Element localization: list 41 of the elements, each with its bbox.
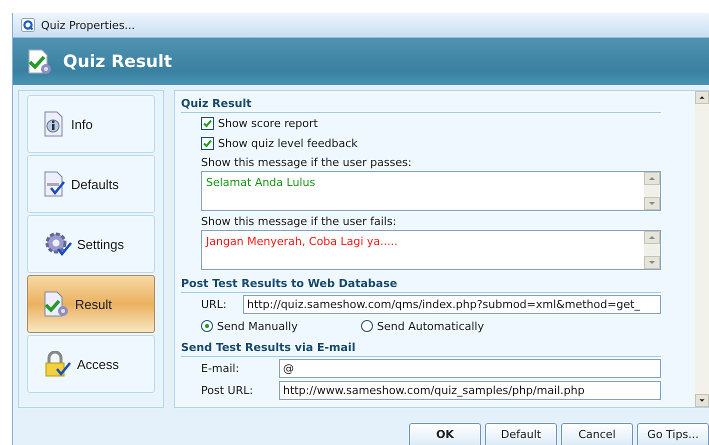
checkbox-label: Show quiz level feedback (218, 136, 358, 150)
message-textarea[interactable]: Selamat Anda Lulus (201, 171, 661, 211)
dialog-button[interactable]: OK (409, 423, 481, 445)
radio-label: Send Manually (217, 320, 298, 332)
page-title: Quiz Result (63, 52, 172, 72)
input-field[interactable]: @ (279, 358, 661, 378)
result-page-icon (27, 48, 53, 74)
checkbox[interactable] (201, 116, 214, 130)
input-field[interactable]: http://www.sameshow.com/quiz_samples/php/mail.php (279, 380, 661, 400)
sidebar-item[interactable]: Result (27, 275, 155, 333)
padlock-check-icon (43, 351, 73, 377)
sidebar-item[interactable]: Defaults (27, 155, 155, 213)
scroll-down-icon[interactable] (695, 394, 709, 407)
sidebar-item[interactable]: Settings (27, 215, 155, 273)
radio-button[interactable] (361, 320, 373, 332)
field-label: Show this message if the user fails: (201, 214, 398, 230)
app-logo-icon (21, 18, 35, 32)
scrollbar[interactable] (695, 91, 709, 407)
dialog-button[interactable]: Default (485, 423, 557, 445)
field-label: URL: (201, 298, 228, 310)
field-label: Show this message if the user passes: (201, 155, 413, 171)
result-page-icon (43, 291, 71, 317)
window-title: Quiz Properties... (41, 18, 136, 32)
field-label: Post URL: (201, 384, 254, 396)
radio-label: Send Automatically (377, 320, 484, 332)
url-field[interactable]: http://quiz.sameshow.com/qms/index.php?submod=xml&method=get_ (243, 294, 661, 314)
section-heading: Quiz Result (181, 93, 661, 113)
checkbox[interactable] (201, 136, 214, 150)
scroll-up-icon[interactable] (695, 91, 709, 104)
checked-page-icon (43, 171, 67, 197)
section-heading: Post Test Results to Web Database (181, 273, 661, 293)
message-textarea[interactable]: Jangan Menyerah, Coba Lagi ya..... (201, 230, 661, 270)
section-heading: Send Test Results via E-mail (181, 337, 661, 357)
sidebar-item[interactable]: Access (27, 335, 155, 393)
checkbox-label: Show score report (218, 116, 318, 130)
gear-check-icon (43, 231, 73, 257)
radio-button[interactable] (201, 320, 213, 332)
sidebar-item[interactable]: Info (27, 95, 155, 153)
dialog-button[interactable]: Go Tips... (637, 423, 709, 445)
dialog-button[interactable]: Cancel (561, 423, 633, 445)
field-label: E-mail: (201, 362, 240, 374)
